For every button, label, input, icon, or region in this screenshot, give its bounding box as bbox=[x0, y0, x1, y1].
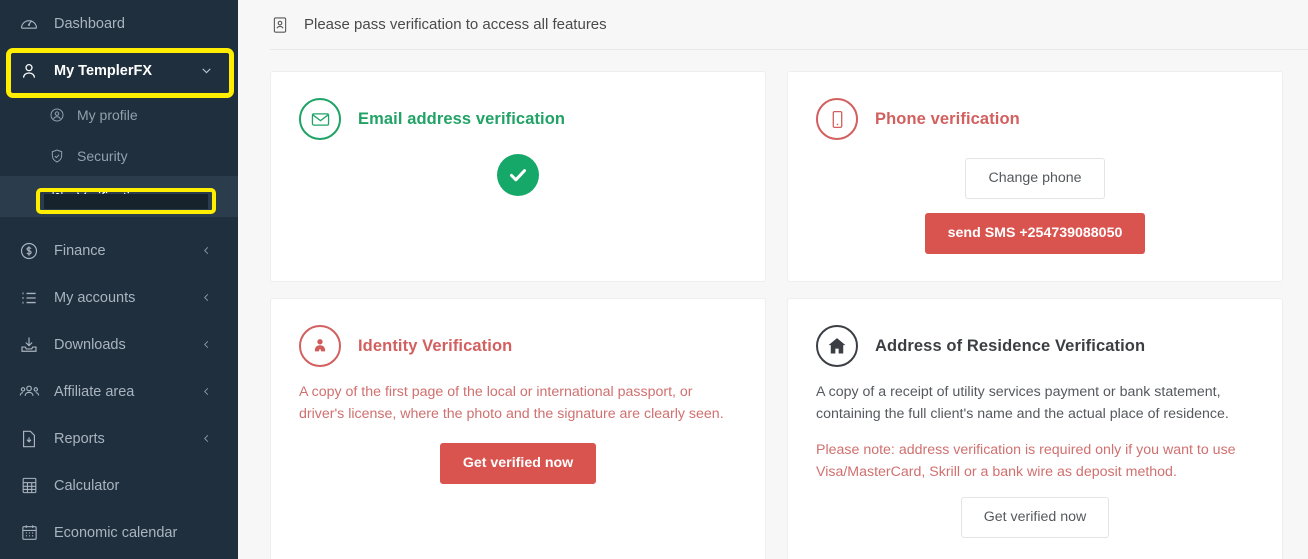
person-suit-icon bbox=[299, 325, 341, 367]
card-note: Please note: address verification is req… bbox=[816, 442, 1236, 480]
card-phone-verification: Phone verification Change phone send SMS… bbox=[787, 71, 1283, 282]
sidebar-subitem-label: Security bbox=[77, 147, 128, 164]
page-header: Please pass verification to access all f… bbox=[270, 0, 1308, 50]
send-sms-button[interactable]: send SMS +254739088050 bbox=[924, 213, 1146, 254]
sidebar-item-my-accounts[interactable]: My accounts bbox=[0, 274, 238, 321]
chevron-left-icon[interactable] bbox=[198, 290, 214, 306]
home-icon bbox=[816, 325, 858, 367]
sidebar-item-calculator[interactable]: Calculator bbox=[0, 462, 238, 509]
sidebar-item-my-profile[interactable]: My profile bbox=[0, 94, 238, 135]
address-get-verified-button[interactable]: Get verified now bbox=[960, 497, 1110, 538]
card-title: Email address verification bbox=[358, 109, 566, 128]
sidebar-item-label: Calculator bbox=[54, 477, 120, 494]
sidebar-item-label: Economic calendar bbox=[54, 524, 178, 541]
chevron-left-icon[interactable] bbox=[198, 337, 214, 353]
card-header: Email address verification bbox=[299, 98, 737, 140]
sidebar-item-label: My TemplerFX bbox=[54, 62, 153, 79]
change-phone-row: Change phone bbox=[816, 158, 1254, 199]
sidebar-item-security[interactable]: Security bbox=[0, 135, 238, 176]
card-identity-verification: Identity Verification A copy of the firs… bbox=[270, 298, 766, 559]
card-header: Address of Residence Verification bbox=[816, 325, 1254, 367]
sidebar-item-label: Affiliate area bbox=[54, 383, 135, 400]
sidebar-item-label: My accounts bbox=[54, 289, 136, 306]
list-icon bbox=[18, 287, 40, 309]
sidebar: Dashboard My TemplerFX My profile Securi… bbox=[0, 0, 238, 559]
sidebar-item-my-templerfx[interactable]: My TemplerFX bbox=[0, 47, 238, 94]
sidebar-item-reports[interactable]: Reports bbox=[0, 415, 238, 462]
user-circle-icon bbox=[48, 106, 66, 124]
verification-cards-grid: Email address verification Phone verific… bbox=[270, 50, 1308, 559]
dollar-circle-icon bbox=[18, 240, 40, 262]
card-title: Identity Verification bbox=[358, 336, 513, 355]
calculator-icon bbox=[18, 475, 40, 497]
sidebar-item-label: Reports bbox=[54, 430, 105, 447]
sidebar-divider bbox=[0, 217, 238, 227]
card-email-verification: Email address verification bbox=[270, 71, 766, 282]
envelope-icon bbox=[299, 98, 341, 140]
users-group-icon bbox=[18, 381, 40, 403]
change-phone-button[interactable]: Change phone bbox=[965, 158, 1105, 199]
report-file-icon bbox=[18, 428, 40, 450]
main-content: Please pass verification to access all f… bbox=[238, 0, 1308, 559]
sidebar-item-label: Finance bbox=[54, 242, 106, 259]
card-title: Phone verification bbox=[875, 109, 1020, 128]
sidebar-item-finance[interactable]: Finance bbox=[0, 227, 238, 274]
email-verified-status bbox=[299, 154, 737, 196]
verification-annotation-strip bbox=[44, 194, 208, 209]
dashboard-gauge-icon bbox=[18, 13, 40, 35]
user-icon bbox=[18, 60, 40, 82]
chevron-left-icon[interactable] bbox=[198, 243, 214, 259]
sidebar-item-dashboard[interactable]: Dashboard bbox=[0, 0, 238, 47]
shield-icon bbox=[48, 147, 66, 165]
card-description: A copy of a receipt of utility services … bbox=[816, 384, 1229, 422]
mobile-phone-icon bbox=[816, 98, 858, 140]
app-root: Dashboard My TemplerFX My profile Securi… bbox=[0, 0, 1308, 559]
identity-get-verified-button[interactable]: Get verified now bbox=[439, 443, 597, 484]
identity-action-row: Get verified now bbox=[299, 443, 737, 484]
card-description: A copy of the first page of the local or… bbox=[299, 384, 724, 422]
download-icon bbox=[18, 334, 40, 356]
chevron-left-icon[interactable] bbox=[198, 384, 214, 400]
send-sms-row: send SMS +254739088050 bbox=[816, 213, 1254, 254]
sidebar-subitem-label: My profile bbox=[77, 106, 138, 123]
chevron-left-icon[interactable] bbox=[198, 431, 214, 447]
sidebar-item-affiliate-area[interactable]: Affiliate area bbox=[0, 368, 238, 415]
calendar-icon bbox=[18, 522, 40, 544]
card-header: Identity Verification bbox=[299, 325, 737, 367]
id-badge-icon bbox=[270, 15, 290, 35]
sidebar-item-economic-calendar[interactable]: Economic calendar bbox=[0, 509, 238, 556]
sidebar-item-label: Downloads bbox=[54, 336, 126, 353]
card-header: Phone verification bbox=[816, 98, 1254, 140]
address-action-row: Get verified now bbox=[816, 497, 1254, 538]
card-title: Address of Residence Verification bbox=[875, 336, 1146, 355]
page-title: Please pass verification to access all f… bbox=[304, 16, 607, 33]
sidebar-item-label: Dashboard bbox=[54, 15, 125, 32]
card-address-verification: Address of Residence Verification A copy… bbox=[787, 298, 1283, 559]
check-circle-icon bbox=[497, 154, 539, 196]
sidebar-item-downloads[interactable]: Downloads bbox=[0, 321, 238, 368]
chevron-down-icon[interactable] bbox=[198, 63, 214, 79]
